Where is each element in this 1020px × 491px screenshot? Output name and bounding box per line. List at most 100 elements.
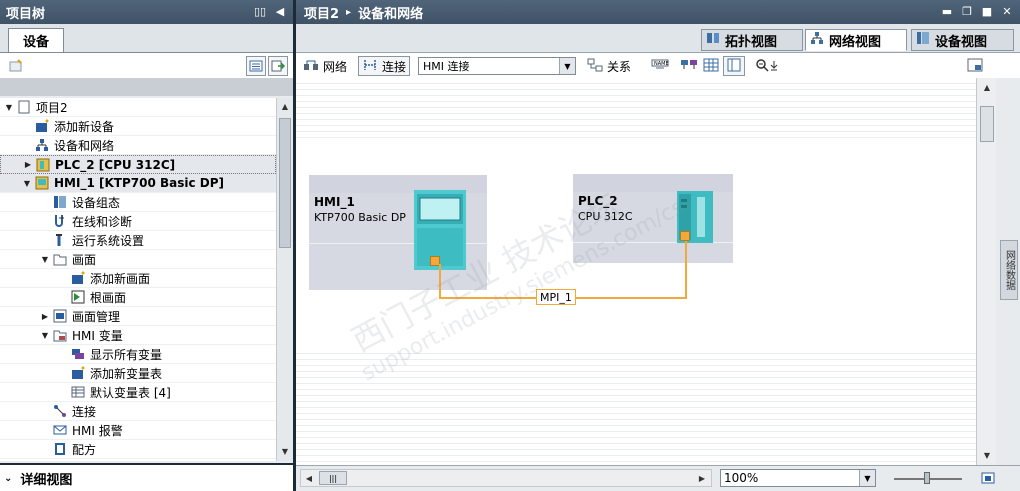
editor-titlebar: 项目2 ▸ 设备和网络 ▬ ❐ ■ ✕ — [296, 0, 1020, 24]
minimize-icon[interactable]: ▬ — [940, 4, 954, 18]
tab-device-label: 设备视图 — [935, 34, 988, 50]
tab-device-view[interactable]: 设备视图 — [911, 29, 1014, 51]
connect-button[interactable]: 连接 — [358, 56, 411, 76]
collapsed-arrow-icon[interactable]: ▶ — [40, 311, 50, 321]
show-names-button[interactable]: NAME — [647, 56, 673, 76]
expanded-arrow-icon[interactable]: ▼ — [40, 254, 50, 264]
tree-item[interactable]: 添加新变量表 — [0, 364, 276, 383]
split-view-icon[interactable]: ▯▯ — [253, 4, 267, 18]
device-hmi[interactable]: HMI_1 KTP700 Basic DP — [309, 175, 487, 290]
relations-button-label: 关系 — [607, 59, 632, 74]
scroll-down-icon[interactable]: ▼ — [278, 444, 292, 458]
expanded-arrow-icon[interactable]: ▼ — [4, 102, 14, 112]
scroll-right-icon[interactable]: ▶ — [695, 471, 709, 485]
expanded-arrow-icon[interactable]: ▼ — [22, 178, 32, 188]
tree-scroll-thumb[interactable] — [279, 118, 291, 248]
restore-icon[interactable]: ❐ — [960, 4, 974, 18]
canvas-vertical-scrollbar[interactable]: ▲ ▼ — [976, 78, 996, 465]
tree-item[interactable]: ▼ HMI_1 [KTP700 Basic DP] — [0, 174, 276, 193]
tree-item[interactable]: 添加新画面 — [0, 269, 276, 288]
project-tree: ▼ 项目2 添加新设备 设备和网络 ▶ PLC_2 [CPU 312C] ▼ HMI_1 [K… — [0, 98, 276, 461]
dropdown-arrow-icon[interactable]: ▼ — [859, 470, 875, 486]
canvas-horizontal-scrollbar[interactable]: ◀ ||| ▶ — [300, 469, 712, 487]
export-icon[interactable] — [268, 56, 288, 76]
show-tags-icon — [71, 347, 86, 361]
mpi-network-label[interactable]: MPI_1 — [536, 289, 576, 305]
tab-topology-view[interactable]: 拓扑视图 — [701, 29, 803, 51]
tree-item[interactable]: 设备和网络 — [0, 136, 276, 155]
hmi-panel-icon — [414, 190, 466, 270]
device-hmi-name[interactable]: HMI_1 — [314, 195, 355, 209]
project-tree-panel: 项目树 ▯▯ ◀ 设备 ▼ 项目2 添加新设备 设备和网络 ▶ PLC_2 [CPU 31… — [0, 0, 296, 491]
detail-view-title: 详细视图 — [20, 472, 73, 488]
relations-button[interactable]: 关系 — [583, 56, 635, 76]
grid-button[interactable] — [699, 56, 723, 76]
tree-item[interactable]: 设备组态 — [0, 193, 276, 212]
table-view-button[interactable] — [723, 56, 745, 76]
tree-vertical-scrollbar[interactable]: ▲ ▼ — [276, 98, 293, 461]
tree-item[interactable]: 配方 — [0, 440, 276, 459]
detail-view-header[interactable]: ⌄ 详细视图 — [0, 463, 293, 491]
device-plc-type: CPU 312C — [578, 210, 633, 223]
tree-item-label: 根画面 — [90, 290, 127, 305]
tree-item-label: PLC_2 [CPU 312C] — [55, 157, 176, 172]
overview-table-icon[interactable] — [246, 56, 266, 76]
name-label-icon: NAME — [651, 58, 669, 75]
connect-tool-icon — [362, 58, 378, 75]
add-tag-table-icon — [71, 366, 86, 380]
tab-devices[interactable]: 设备 — [8, 28, 64, 52]
zoom-button[interactable] — [751, 56, 785, 76]
new-folder-icon[interactable] — [6, 56, 26, 76]
chevron-down-icon[interactable]: ⌄ — [4, 473, 12, 484]
network-tool-icon — [303, 58, 319, 75]
tree-item[interactable]: 根画面 — [0, 288, 276, 307]
scroll-up-icon[interactable]: ▲ — [980, 80, 994, 94]
network-data-side-tab[interactable]: 网络数据 — [1000, 240, 1018, 300]
tree-item[interactable]: 默认变量表 [4] — [0, 383, 276, 402]
network-button[interactable]: 网络 — [299, 56, 351, 76]
zoom-level-value: 100% — [724, 471, 759, 485]
plc-icon — [36, 158, 51, 172]
network-canvas[interactable]: HMI_1 KTP700 Basic DP PLC_2 CPU 312C MPI… — [296, 78, 976, 465]
tree-item[interactable]: 添加新设备 — [0, 117, 276, 136]
horizontal-scroll-thumb[interactable]: ||| — [319, 471, 347, 485]
topology-icon — [706, 31, 720, 49]
tree-item[interactable]: ▶ PLC_2 [CPU 312C] — [0, 155, 276, 174]
network-icon — [35, 138, 50, 152]
plc-mpi-port[interactable] — [680, 231, 690, 241]
project-tree-titlebar: 项目树 ▯▯ ◀ — [0, 0, 293, 24]
properties-button[interactable] — [963, 56, 987, 76]
tree-item[interactable]: 运行系统设置 — [0, 231, 276, 250]
tab-network-view[interactable]: 网络视图 — [805, 29, 907, 51]
expanded-arrow-icon[interactable]: ▼ — [40, 330, 50, 340]
maximize-icon[interactable]: ■ — [980, 4, 994, 18]
device-plc[interactable]: PLC_2 CPU 312C — [573, 174, 733, 263]
zoom-level-select[interactable]: 100% ▼ — [720, 469, 876, 487]
tree-item[interactable]: ▼ HMI 变量 — [0, 326, 276, 345]
tree-item[interactable]: HMI 报警 — [0, 421, 276, 440]
tree-item[interactable]: 在线和诊断 — [0, 212, 276, 231]
collapsed-arrow-icon[interactable]: ▶ — [23, 160, 33, 170]
scroll-left-icon[interactable]: ◀ — [302, 471, 316, 485]
editor-toolbar: 网络 连接 HMI 连接 ▼ 关系 NAME — [296, 52, 1020, 78]
collapse-panel-icon[interactable]: ◀ — [273, 4, 287, 18]
table-view-icon — [727, 58, 741, 75]
editor-panel: 项目2 ▸ 设备和网络 ▬ ❐ ■ ✕ 拓扑视图 网络视图 设备视图 网络 连接… — [296, 0, 1020, 491]
scroll-up-icon[interactable]: ▲ — [278, 99, 292, 113]
tree-item[interactable]: ▶ 画面管理 — [0, 307, 276, 326]
tree-item[interactable]: 连接 — [0, 402, 276, 421]
device-plc-name[interactable]: PLC_2 — [578, 194, 618, 208]
connection-type-select[interactable]: HMI 连接 ▼ — [418, 57, 576, 75]
scroll-down-icon[interactable]: ▼ — [980, 448, 994, 462]
dropdown-arrow-icon[interactable]: ▼ — [559, 58, 575, 74]
overview-navigation-icon[interactable] — [980, 470, 996, 489]
zoom-slider-thumb[interactable] — [924, 472, 930, 484]
tree-item[interactable]: 显示所有变量 — [0, 345, 276, 364]
canvas-scroll-thumb[interactable] — [980, 106, 994, 142]
tree-item[interactable]: ▼ 项目2 — [0, 98, 276, 117]
tree-item[interactable]: ▼ 画面 — [0, 250, 276, 269]
screen-management-icon — [53, 309, 68, 323]
close-icon[interactable]: ✕ — [1000, 4, 1014, 18]
